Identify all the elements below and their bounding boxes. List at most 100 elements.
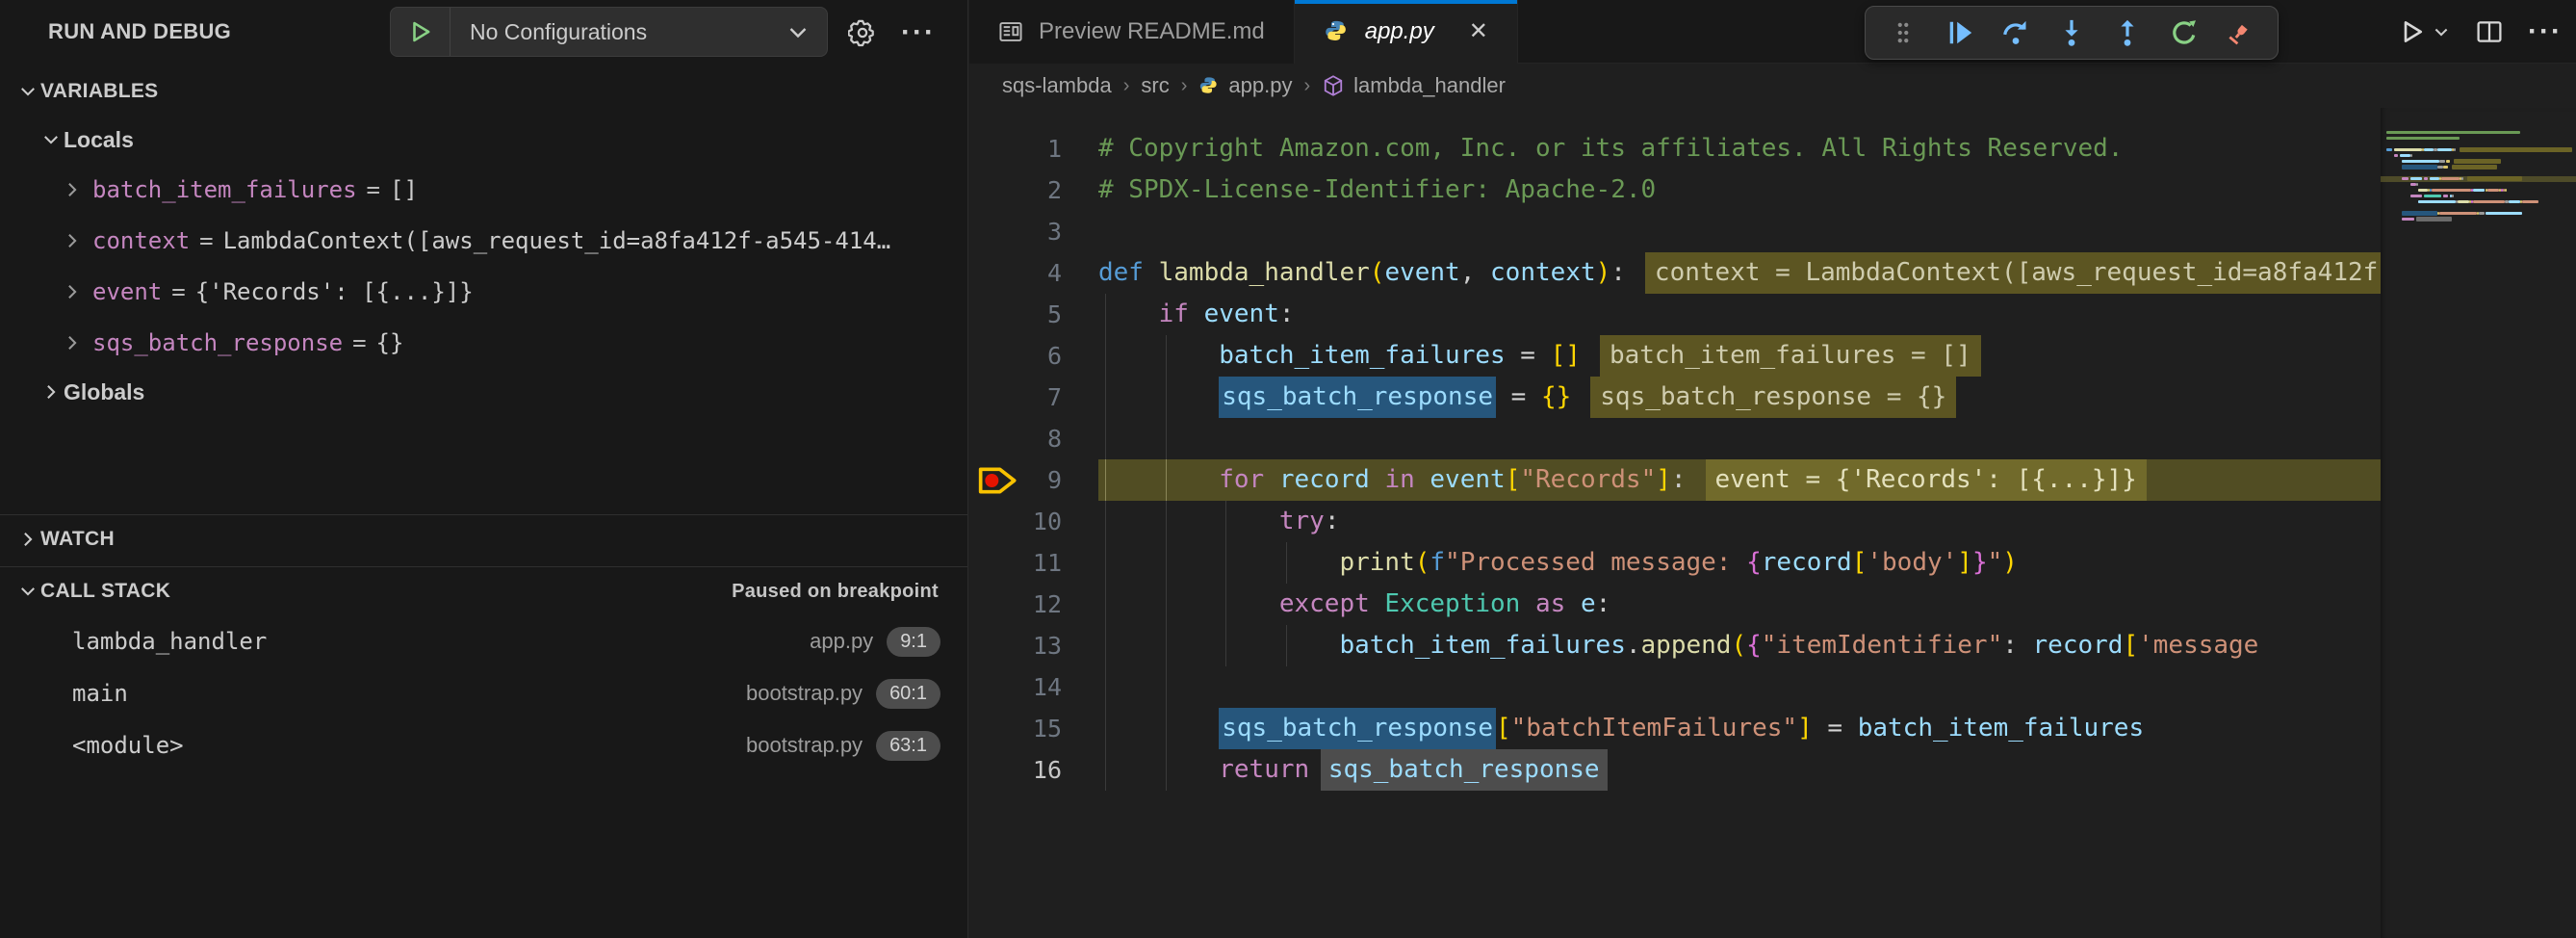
panel-more-actions-button[interactable]: ··· (895, 10, 941, 56)
restart-button[interactable] (2160, 12, 2208, 54)
close-icon[interactable]: ✕ (1469, 17, 1488, 45)
code-token: event (1384, 252, 1459, 294)
minimap[interactable] (2381, 108, 2576, 938)
line-gutter[interactable]: 15 (969, 708, 1098, 749)
tab-app-py[interactable]: app.py ✕ (1295, 0, 1518, 64)
disconnect-button[interactable] (2216, 12, 2264, 54)
code-line-content[interactable]: # Copyright Amazon.com, Inc. or its affi… (1098, 128, 2381, 169)
variable-row[interactable]: context = LambdaContext([aws_request_id=… (0, 215, 967, 266)
code-line[interactable]: 6 batch_item_failures = []batch_item_fai… (969, 335, 2381, 377)
code-line[interactable]: 8 (969, 418, 2381, 459)
code-line[interactable]: 12 except Exception as e: (969, 584, 2381, 625)
line-gutter[interactable]: 14 (969, 666, 1098, 708)
chevron-down-icon (786, 20, 810, 43)
variable-row[interactable]: batch_item_failures = [] (0, 164, 967, 215)
code-line[interactable]: 10 try: (969, 501, 2381, 542)
code-line-content[interactable]: for record in event["Records"]:event = {… (1098, 459, 2381, 501)
line-gutter[interactable]: 6 (969, 335, 1098, 377)
variable-row[interactable]: sqs_batch_response = {} (0, 317, 967, 368)
line-gutter[interactable]: 9 (969, 459, 1098, 501)
code-line[interactable]: 9 for record in event["Records"]:event =… (969, 459, 2381, 501)
code-line-content[interactable]: # SPDX-License-Identifier: Apache-2.0 (1098, 169, 2381, 211)
code-line[interactable]: 3 (969, 211, 2381, 252)
line-gutter[interactable]: 13 (969, 625, 1098, 666)
code-line[interactable]: 4def lambda_handler(event, context):cont… (969, 252, 2381, 294)
variable-row[interactable]: event = {'Records': [{...}]} (0, 266, 967, 317)
code-token (1098, 708, 1219, 749)
code-line[interactable]: 5 if event: (969, 294, 2381, 335)
code-line-content[interactable]: batch_item_failures = []batch_item_failu… (1098, 335, 2381, 377)
variables-header[interactable]: VARIABLES (0, 67, 967, 116)
chevron-right-icon[interactable] (60, 282, 85, 301)
toolbar-drag-handle[interactable] (1879, 12, 1927, 54)
start-debug-button[interactable] (391, 8, 451, 56)
code-line[interactable]: 1# Copyright Amazon.com, Inc. or its aff… (969, 128, 2381, 169)
line-gutter[interactable]: 5 (969, 294, 1098, 335)
line-gutter[interactable]: 3 (969, 211, 1098, 252)
line-gutter[interactable]: 10 (969, 501, 1098, 542)
indent-guide (1286, 625, 1287, 666)
stack-frame-row[interactable]: lambda_handler app.py 9:1 (0, 615, 967, 667)
breadcrumb-file[interactable]: app.py (1198, 73, 1292, 98)
run-icon (2399, 18, 2426, 45)
code-line-content[interactable] (1098, 418, 2381, 459)
step-into-button[interactable] (2048, 12, 2096, 54)
code-line[interactable]: 11 print(f"Processed message: {record['b… (969, 542, 2381, 584)
code-line-content[interactable]: if event: (1098, 294, 2381, 335)
indent-guide (1105, 708, 1106, 749)
code-line[interactable]: 7 sqs_batch_response = {}sqs_batch_respo… (969, 377, 2381, 418)
globals-scope-row[interactable]: Globals (0, 368, 967, 416)
continue-button[interactable] (1936, 12, 1984, 54)
indent-guide (1166, 418, 1167, 459)
breadcrumb-folder[interactable]: src (1141, 73, 1169, 98)
code-line[interactable]: 16 return sqs_batch_response (969, 749, 2381, 791)
code-line-content[interactable]: sqs_batch_response = {}sqs_batch_respons… (1098, 377, 2381, 418)
code-line[interactable]: 14 (969, 666, 2381, 708)
breadcrumb-folder[interactable]: sqs-lambda (1002, 73, 1112, 98)
split-editor-button[interactable] (2476, 18, 2503, 45)
line-gutter[interactable]: 4 (969, 252, 1098, 294)
code-line-content[interactable]: except Exception as e: (1098, 584, 2381, 625)
chevron-right-icon[interactable] (60, 333, 85, 352)
code-line-content[interactable] (1098, 666, 2381, 708)
code-line[interactable]: 15 sqs_batch_response["batchItemFailures… (969, 708, 2381, 749)
line-gutter[interactable]: 11 (969, 542, 1098, 584)
breadcrumb-symbol[interactable]: lambda_handler (1322, 73, 1506, 98)
run-python-file-button[interactable] (2399, 18, 2451, 45)
editor-more-actions-button[interactable]: ··· (2528, 15, 2563, 48)
step-over-button[interactable] (1992, 12, 2040, 54)
stack-frame-row[interactable]: <module> bootstrap.py 63:1 (0, 719, 967, 771)
code-line-content[interactable]: batch_item_failures.append({"itemIdentif… (1098, 625, 2381, 666)
debug-configuration-dropdown[interactable]: No Configurations (390, 7, 828, 57)
indent-guide (1105, 294, 1106, 335)
line-gutter[interactable]: 16 (969, 749, 1098, 791)
line-gutter[interactable]: 2 (969, 169, 1098, 211)
chevron-right-icon[interactable] (60, 231, 85, 250)
code-line[interactable]: 2# SPDX-License-Identifier: Apache-2.0 (969, 169, 2381, 211)
tab-preview-readme[interactable]: Preview README.md (969, 0, 1295, 64)
code-line-content[interactable]: try: (1098, 501, 2381, 542)
step-out-button[interactable] (2103, 12, 2151, 54)
code-line-content[interactable]: def lambda_handler(event, context):conte… (1098, 252, 2381, 294)
locals-scope-row[interactable]: Locals (0, 116, 967, 164)
code-line-content[interactable]: return sqs_batch_response (1098, 749, 2381, 791)
code-line[interactable]: 13 batch_item_failures.append({"itemIden… (969, 625, 2381, 666)
code-line-content[interactable]: sqs_batch_response["batchItemFailures"] … (1098, 708, 2381, 749)
line-gutter[interactable]: 7 (969, 377, 1098, 418)
python-icon (1198, 75, 1220, 96)
line-gutter[interactable]: 1 (969, 128, 1098, 169)
line-gutter[interactable]: 12 (969, 584, 1098, 625)
code-line-content[interactable] (1098, 211, 2381, 252)
code-editor[interactable]: 1# Copyright Amazon.com, Inc. or its aff… (969, 108, 2381, 938)
paused-status-text: Paused on breakpoint (732, 581, 939, 603)
call-stack-header[interactable]: CALL STACK Paused on breakpoint (0, 567, 967, 615)
watch-header[interactable]: WATCH (0, 515, 967, 563)
code-token: record (1279, 459, 1370, 501)
code-line-content[interactable]: print(f"Processed message: {record['body… (1098, 542, 2381, 584)
code-token: : (2002, 625, 2032, 666)
chevron-right-icon: › (1303, 75, 1310, 97)
debug-settings-button[interactable] (839, 10, 886, 56)
stack-frame-row[interactable]: main bootstrap.py 60:1 (0, 667, 967, 719)
line-gutter[interactable]: 8 (969, 418, 1098, 459)
chevron-right-icon[interactable] (60, 180, 85, 199)
